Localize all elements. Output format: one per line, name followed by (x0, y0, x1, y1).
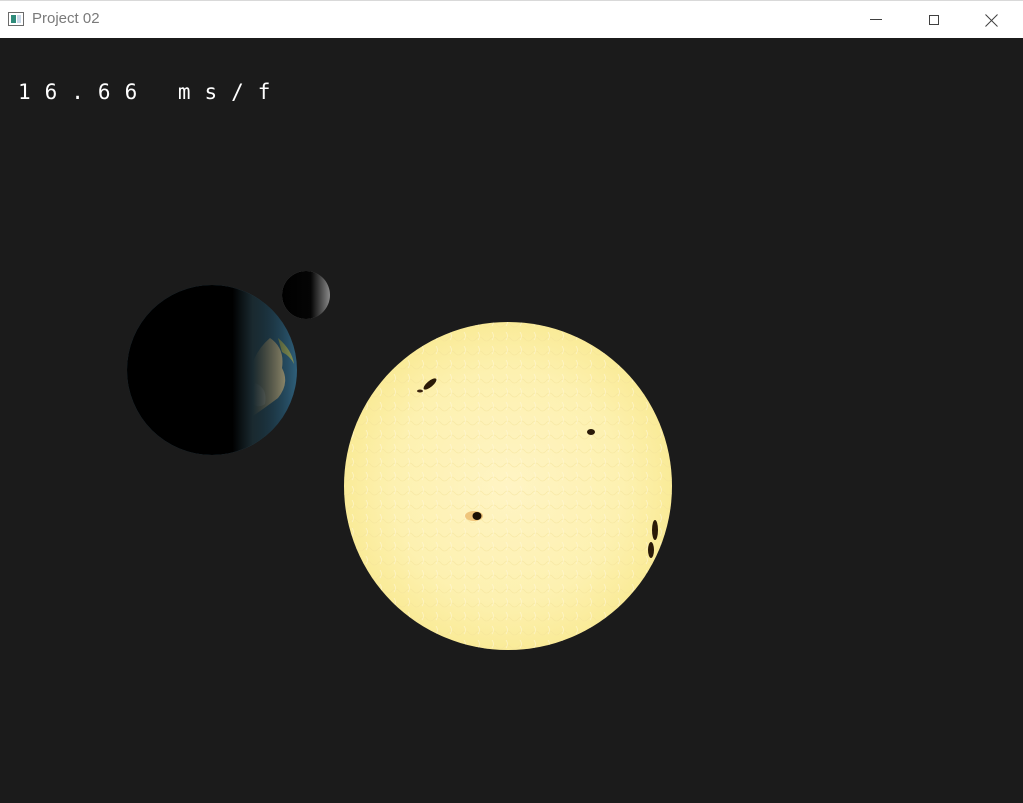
close-icon (985, 13, 999, 27)
frame-time-counter: 16.66 ms/f (18, 80, 285, 104)
minimize-icon (870, 19, 882, 20)
minimize-button[interactable] (847, 1, 905, 38)
sunspot (587, 429, 595, 435)
app-window-icon (8, 12, 24, 26)
maximize-button[interactable] (905, 1, 963, 38)
earth-planet (127, 285, 297, 455)
maximize-icon (929, 14, 939, 25)
close-button[interactable] (963, 1, 1021, 38)
moon (282, 271, 330, 319)
title-bar[interactable]: Project 02 (0, 0, 1023, 38)
app-window: Project 02 16.66 ms/f (0, 0, 1023, 803)
render-viewport[interactable]: 16.66 ms/f (0, 38, 1023, 803)
sunspot (465, 511, 483, 521)
window-title: Project 02 (32, 10, 100, 27)
sun (344, 322, 672, 650)
scene-canvas (127, 271, 672, 650)
